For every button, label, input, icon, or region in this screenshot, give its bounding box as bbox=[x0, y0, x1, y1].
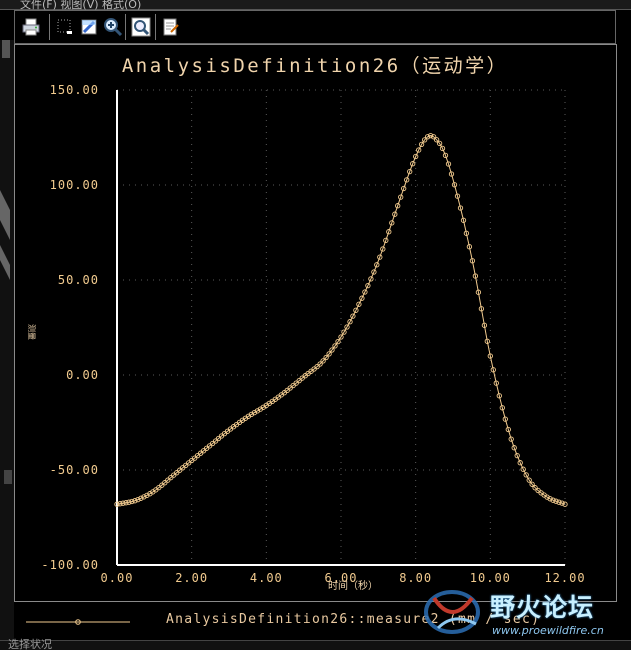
menu-bar: 文件(F) 视图(V) 格式(O) bbox=[0, 0, 631, 11]
zoom-fit-button[interactable] bbox=[129, 15, 153, 39]
y-tick-label: 150.00 bbox=[50, 83, 99, 97]
chart-area: 150.00 100.00 50.00 0.00 -50.00 -100.00 0.00 2.… bbox=[14, 44, 617, 602]
status-text: 选择状况 bbox=[8, 638, 52, 650]
line-chart: 150.00100.0050.000.00-50.00-100.000.00 2.… bbox=[27, 55, 585, 592]
tick-labels: 150.00100.0050.000.00-50.00-100.000.00 2.… bbox=[41, 83, 584, 585]
x-tick-label: 0.00 bbox=[101, 571, 134, 585]
left-window-edge bbox=[0, 40, 14, 640]
toolbar bbox=[14, 10, 616, 44]
chart-title: AnalysisDefinition26（运动学） bbox=[122, 55, 508, 77]
x-tick-label: 2.00 bbox=[175, 571, 208, 585]
x-tick-label: 4.00 bbox=[250, 571, 283, 585]
grid bbox=[116, 89, 566, 566]
y-tick-label: 100.00 bbox=[50, 178, 99, 192]
toolbar-separator bbox=[125, 14, 126, 40]
toolbar-separator bbox=[155, 14, 156, 40]
y-tick-label: 50.00 bbox=[58, 273, 99, 287]
edit-icon bbox=[163, 18, 179, 36]
dotted-box-button[interactable] bbox=[53, 15, 77, 39]
format-button[interactable] bbox=[77, 15, 101, 39]
graph-window: 文件(F) 视图(V) 格式(O) 150.00 100.00 50.00 0.… bbox=[0, 0, 631, 650]
watermark-title: 野火论坛 bbox=[490, 593, 595, 622]
right-window-edge bbox=[617, 40, 631, 640]
zoom-in-button[interactable] bbox=[101, 15, 125, 39]
edit-button[interactable] bbox=[159, 15, 183, 39]
axes bbox=[116, 90, 565, 566]
y-tick-label: -50.00 bbox=[50, 463, 99, 477]
watermark-logo-icon bbox=[424, 590, 480, 634]
x-axis-label: 时间（秒） bbox=[328, 579, 378, 592]
legend-swatch bbox=[26, 619, 130, 625]
y-axis-label: 测量 bbox=[27, 324, 36, 340]
watermark: 野火论坛 www.proewildfire.cn bbox=[420, 582, 631, 644]
format-icon bbox=[81, 19, 97, 35]
y-tick-label: -100.00 bbox=[41, 558, 99, 572]
series-line bbox=[116, 135, 566, 505]
y-tick-label: 0.00 bbox=[66, 368, 99, 382]
printer-icon bbox=[22, 18, 40, 36]
print-button[interactable] bbox=[19, 15, 43, 39]
toolbar-separator bbox=[49, 14, 50, 40]
zoom-in-icon bbox=[104, 18, 123, 37]
zoom-fit-icon bbox=[131, 17, 151, 37]
window-edge-decoration bbox=[0, 40, 12, 484]
dotted-box-icon bbox=[57, 19, 72, 34]
watermark-url: www.proewildfire.cn bbox=[492, 624, 604, 637]
